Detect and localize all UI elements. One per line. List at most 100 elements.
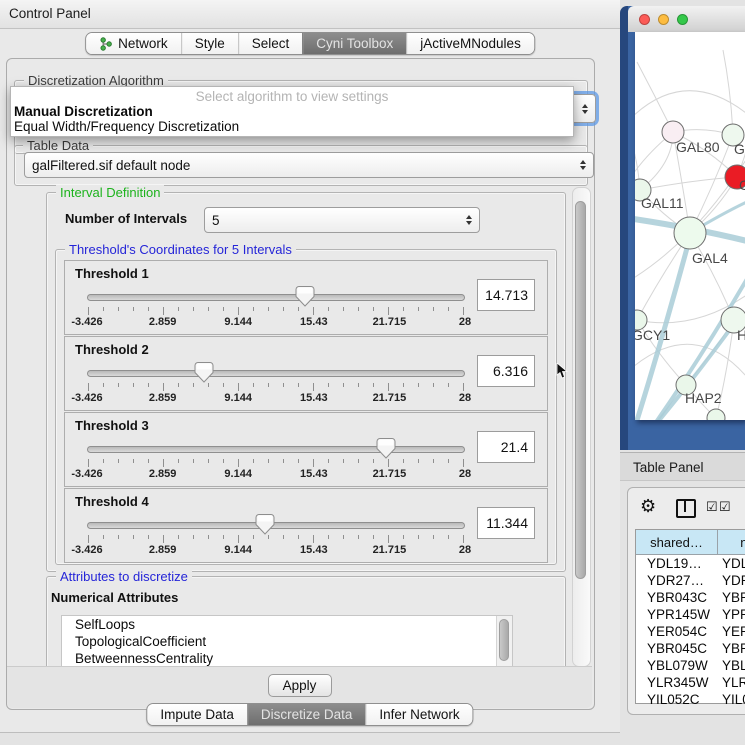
network-edge[interactable] bbox=[635, 91, 745, 122]
attribute-item-selfloops[interactable]: SelfLoops bbox=[62, 616, 512, 633]
slider-tick bbox=[148, 383, 149, 387]
slider-track[interactable] bbox=[87, 522, 465, 529]
network-edge[interactable] bbox=[637, 62, 673, 132]
attribute-item-topologicalcoefficient[interactable]: TopologicalCoefficient bbox=[62, 633, 512, 650]
column-header-shared[interactable]: shared… bbox=[636, 530, 718, 555]
table-cell[interactable]: YBL079W bbox=[647, 658, 708, 673]
network-node-label: GAL4 bbox=[692, 250, 728, 266]
network-node[interactable] bbox=[674, 217, 706, 249]
settings-scrollbar-thumb[interactable] bbox=[575, 201, 586, 579]
table-cell[interactable]: YDL19… bbox=[647, 556, 702, 571]
tab-select[interactable]: Select bbox=[238, 33, 303, 54]
slider-tick bbox=[403, 535, 404, 539]
table-cell[interactable]: YLR345W bbox=[647, 675, 709, 690]
apply-button[interactable]: Apply bbox=[268, 674, 332, 697]
slider-tick bbox=[118, 535, 119, 539]
table-cell[interactable]: YDR27… bbox=[647, 573, 704, 588]
tab-infer-network[interactable]: Infer Network bbox=[365, 704, 472, 725]
network-edge[interactable] bbox=[723, 50, 733, 135]
tab-jactivemnodules[interactable]: jActiveMNodules bbox=[406, 33, 534, 54]
table-cell[interactable]: YPR145W bbox=[647, 607, 710, 622]
slider-tick bbox=[133, 383, 134, 387]
gear-icon[interactable]: ⚙ bbox=[640, 497, 656, 515]
zoom-traffic-light-icon[interactable] bbox=[677, 14, 688, 25]
threshold-slider[interactable]: -3.4262.8599.14415.4321.71528 bbox=[87, 437, 465, 483]
slider-tick bbox=[253, 383, 254, 387]
table-cell[interactable]: YLR3 bbox=[722, 675, 745, 690]
threshold-value-field[interactable]: 14.713 bbox=[477, 279, 535, 311]
network-node-label: C bbox=[739, 177, 745, 193]
slider-track[interactable] bbox=[87, 370, 465, 377]
slider-track[interactable] bbox=[87, 446, 465, 453]
threshold-slider[interactable]: -3.4262.8599.14415.4321.71528 bbox=[87, 361, 465, 407]
table-cell[interactable]: YBL0 bbox=[722, 658, 745, 673]
threshold-value-field[interactable]: 6.316 bbox=[477, 355, 535, 387]
attributes-scrollbar-thumb[interactable] bbox=[499, 619, 509, 661]
tab-cyni-toolbox[interactable]: Cyni Toolbox bbox=[302, 33, 406, 54]
checkbox-icon[interactable]: ☑ bbox=[706, 500, 718, 513]
slider-scale-label: 28 bbox=[459, 316, 471, 328]
network-canvas[interactable]: GAL80GACGAL11GAL4GCY1HHAP2 bbox=[635, 32, 745, 420]
slider-tick bbox=[253, 459, 254, 463]
dropdown-item-manual-discretization[interactable]: Manual Discretization bbox=[11, 104, 573, 119]
table-cell[interactable]: YBR043C bbox=[647, 590, 707, 605]
threshold-panel-2: Threshold 2-3.4262.8599.14415.4321.71528… bbox=[64, 336, 548, 411]
tab-network[interactable]: Network bbox=[86, 33, 181, 54]
slider-scale-label: -3.426 bbox=[71, 392, 102, 404]
slider-scale-label: 28 bbox=[459, 468, 471, 480]
numerical-attributes-list[interactable]: SelfLoopsTopologicalCoefficientBetweenne… bbox=[61, 615, 513, 667]
tab-label: jActiveMNodules bbox=[420, 36, 521, 51]
slider-thumb[interactable] bbox=[195, 362, 214, 383]
node-table[interactable]: shared… na YDL19… YDL1 YDR27… YDR2 YBR043C YB… bbox=[635, 529, 745, 704]
slider-scale-label: 9.144 bbox=[224, 316, 252, 328]
table-cell[interactable]: YBR0 bbox=[722, 590, 745, 605]
dropdown-item-equal-width-frequency[interactable]: Equal Width/Frequency Discretization bbox=[11, 119, 573, 134]
slider-track[interactable] bbox=[87, 294, 465, 301]
number-of-intervals-combobox[interactable]: 5 bbox=[204, 207, 480, 233]
table-cell[interactable]: YBR0 bbox=[722, 641, 745, 656]
table-cell[interactable]: YER054C bbox=[647, 624, 707, 639]
tab-style[interactable]: Style bbox=[181, 33, 238, 54]
slider-tick bbox=[463, 307, 464, 315]
tab-impute-data[interactable]: Impute Data bbox=[147, 704, 247, 725]
slider-scale-label: 9.144 bbox=[224, 392, 252, 404]
column-header-name[interactable]: na bbox=[718, 530, 745, 555]
tab-discretize-data[interactable]: Discretize Data bbox=[247, 704, 366, 725]
slider-tick bbox=[388, 383, 389, 391]
close-traffic-light-icon[interactable] bbox=[639, 14, 650, 25]
network-node[interactable] bbox=[707, 409, 725, 420]
slider-thumb[interactable] bbox=[296, 286, 315, 307]
table-data-combobox[interactable]: galFiltered.sif default node bbox=[24, 152, 594, 178]
table-cell[interactable]: YIL052C bbox=[647, 692, 700, 705]
table-cell[interactable]: YDR2 bbox=[722, 573, 745, 588]
network-edge-thick[interactable] bbox=[635, 418, 716, 420]
threshold-slider[interactable]: -3.4262.8599.14415.4321.71528 bbox=[87, 513, 465, 559]
network-node-label: GA bbox=[734, 141, 745, 157]
table-cell[interactable]: YDL1 bbox=[722, 556, 745, 571]
attribute-item-betweennesscentrality[interactable]: BetweennessCentrality bbox=[62, 650, 512, 667]
table-toolbar: ⚙ ☑ ☑ bbox=[628, 488, 745, 528]
minimize-traffic-light-icon[interactable] bbox=[658, 14, 669, 25]
slider-tick bbox=[88, 383, 89, 391]
table-cell[interactable]: YBR045C bbox=[647, 641, 707, 656]
table-cell[interactable]: YPR1 bbox=[722, 607, 745, 622]
threshold-value-field[interactable]: 11.344 bbox=[477, 507, 535, 539]
network-edge[interactable] bbox=[640, 177, 737, 190]
checkbox-icon[interactable]: ☑ bbox=[719, 500, 731, 513]
control-panel-titlebar: Control Panel ✕ bbox=[0, 0, 620, 29]
slider-tick bbox=[373, 459, 374, 463]
slider-tick bbox=[193, 383, 194, 387]
table-cell[interactable]: YER0 bbox=[722, 624, 745, 639]
threshold-slider[interactable]: -3.4262.8599.14415.4321.71528 bbox=[87, 285, 465, 331]
table-cell[interactable]: YIL0 bbox=[722, 692, 745, 705]
attributes-scrollbar[interactable] bbox=[496, 616, 512, 666]
table-panel-title: Table Panel bbox=[633, 460, 704, 475]
slider-tick bbox=[163, 535, 164, 543]
split-view-icon[interactable] bbox=[676, 499, 696, 518]
slider-tick bbox=[208, 307, 209, 311]
settings-scrollbar[interactable] bbox=[572, 187, 591, 667]
threshold-value-field[interactable]: 21.4 bbox=[477, 431, 535, 463]
slider-thumb[interactable] bbox=[255, 514, 274, 535]
slider-thumb[interactable] bbox=[376, 438, 395, 459]
table-panel-header: Table Panel bbox=[620, 452, 745, 481]
